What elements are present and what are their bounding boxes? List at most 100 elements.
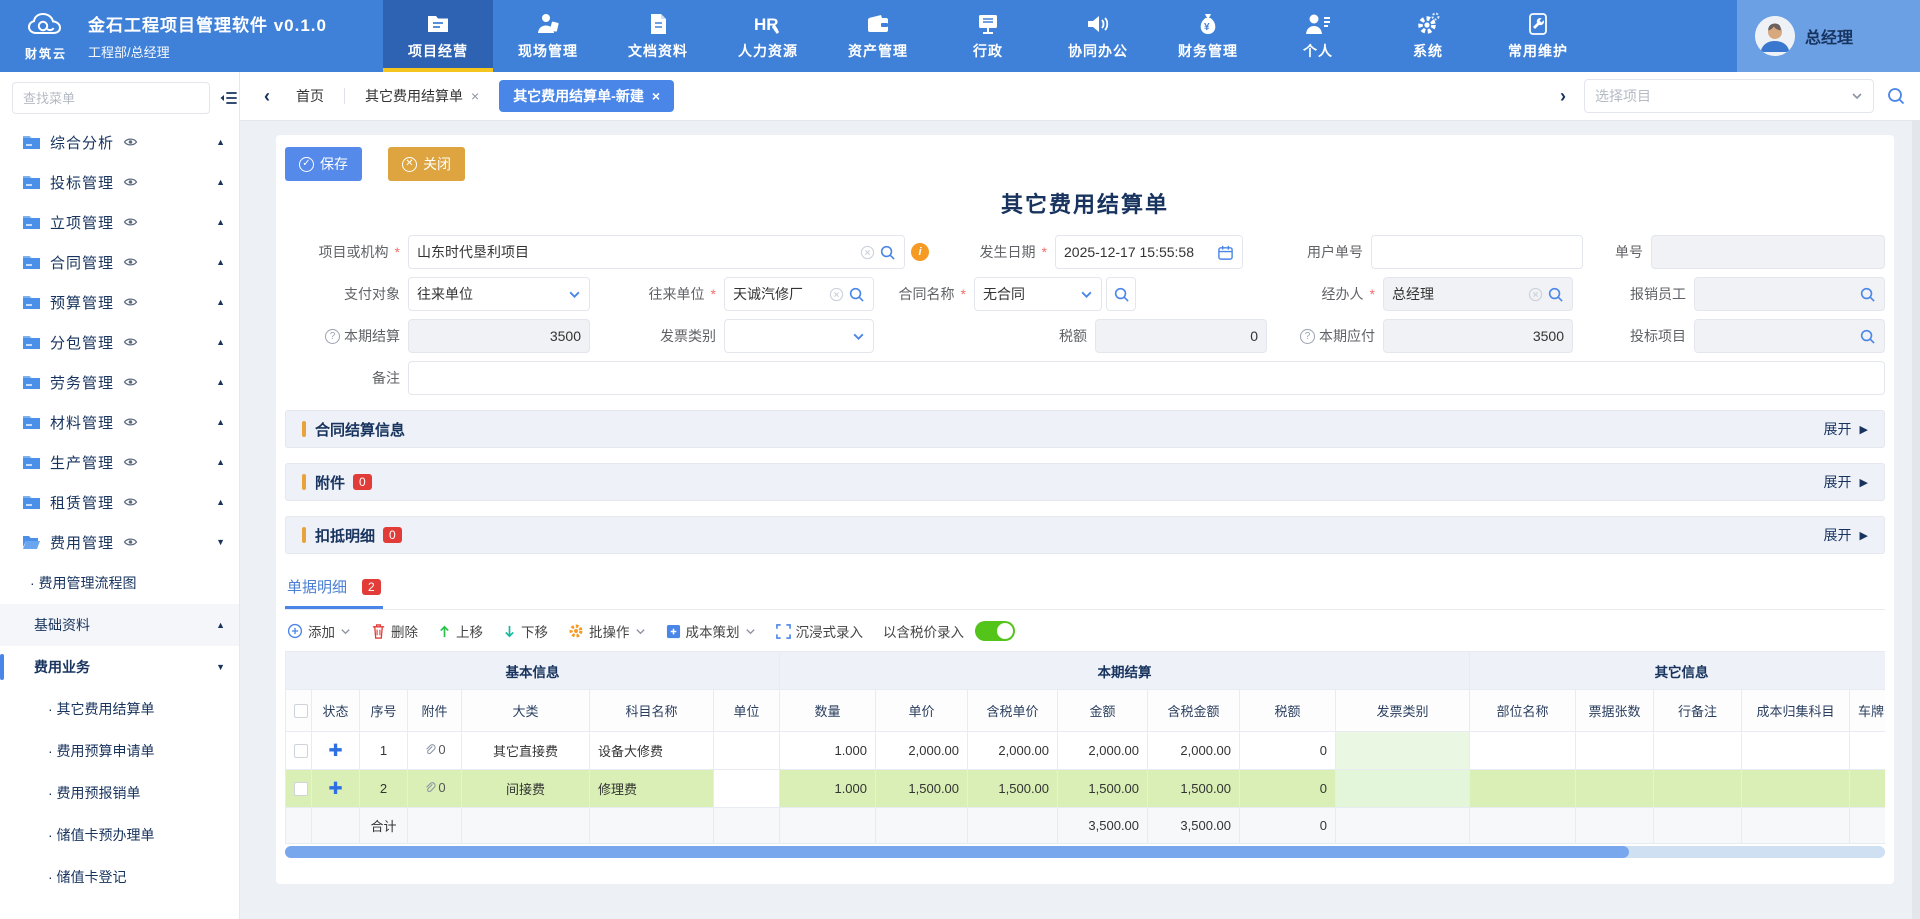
cell[interactable]: 0 [1240,732,1336,770]
reimburse-emp-input[interactable] [1703,286,1855,302]
save-button[interactable]: ✓保存 [285,147,362,181]
section-deduction-detail[interactable]: 扣抵明细0展开▶ [285,516,1885,554]
cell[interactable]: 2,000.00 [876,732,968,770]
sidebar-item-stored-card-pre[interactable]: · 储值卡预办理单 [0,814,239,856]
cell[interactable] [714,732,780,770]
cell[interactable]: 设备大修费 [590,732,714,770]
menu-search-input[interactable] [12,82,210,114]
search-icon[interactable] [1547,286,1564,303]
cost-plan-button[interactable]: 成本策划 [666,621,756,641]
chevron-down-icon[interactable] [1080,288,1093,301]
tab-close-icon[interactable]: × [652,88,660,104]
remark-input[interactable] [417,370,1876,386]
clear-icon[interactable] [829,287,844,302]
project-org-input[interactable] [417,244,856,260]
section-contract-settle-info[interactable]: 合同结算信息展开▶ [285,410,1885,448]
counterparty-input[interactable] [733,286,825,302]
occur-date-input[interactable] [1064,244,1213,260]
cell[interactable] [1576,732,1654,770]
vertical-scrollbar[interactable] [1912,121,1920,919]
sidebar-item-contract[interactable]: 合同管理▲ [0,242,239,282]
calendar-icon[interactable] [1217,244,1234,261]
cell[interactable]: 2,000.00 [1058,732,1148,770]
nav-item-system[interactable]: 系统 [1373,0,1483,72]
row-checkbox[interactable] [294,744,308,758]
move-down-button[interactable]: 下移 [503,621,548,641]
cell[interactable]: 1,500.00 [1148,770,1240,808]
sidebar-item-project-init[interactable]: 立项管理▲ [0,202,239,242]
close-button[interactable]: ✕关闭 [388,147,465,181]
sidebar-item-stored-card-register[interactable]: · 储值卡登记 [0,856,239,898]
nav-item-finance[interactable]: ¥财务管理 [1153,0,1263,72]
search-button[interactable] [1106,277,1136,311]
sidebar-item-labor[interactable]: 劳务管理▲ [0,362,239,402]
nav-item-documents[interactable]: 文档资料 [603,0,713,72]
chevron-down-icon[interactable] [852,330,865,343]
tax-input[interactable] [1104,328,1258,344]
cell[interactable]: 2,000.00 [1148,732,1240,770]
eye-icon[interactable] [123,336,138,348]
cell[interactable]: 1,500.00 [968,770,1058,808]
sidebar-item-expense-business[interactable]: 费用业务▼ [0,646,239,688]
cell[interactable] [714,770,780,808]
attachment-indicator[interactable]: 0 [423,742,445,757]
user-area[interactable]: 总经理 [1737,0,1920,72]
cell[interactable]: 1.000 [780,732,876,770]
cell[interactable] [1576,770,1654,808]
tabs-scroll-right-icon[interactable]: › [1554,86,1572,107]
expand-button[interactable]: 展开▶ [1824,419,1868,439]
sidebar-item-lease[interactable]: 租赁管理▲ [0,482,239,522]
eye-icon[interactable] [123,136,138,148]
scrollbar-thumb[interactable] [285,846,1629,858]
current-payable-input[interactable] [1392,328,1564,344]
tab-other-expense[interactable]: 其它费用结算单× [351,80,493,112]
eye-icon[interactable] [123,296,138,308]
eye-icon[interactable] [123,376,138,388]
toggle-switch[interactable] [975,621,1015,641]
sidebar-item-production[interactable]: 生产管理▲ [0,442,239,482]
contract-input[interactable] [983,286,1076,302]
eye-icon[interactable] [123,256,138,268]
nav-item-site-mgmt[interactable]: 现场管理 [493,0,603,72]
cell[interactable] [1742,770,1850,808]
cell[interactable]: 0 [408,732,462,770]
doc-no-input[interactable] [1660,244,1876,260]
sidebar-item-material[interactable]: 材料管理▲ [0,402,239,442]
bid-project-input[interactable] [1703,328,1855,344]
sidebar-item-expense[interactable]: 费用管理▼ [0,522,239,562]
eye-icon[interactable] [123,176,138,188]
nav-item-personal[interactable]: 个人 [1263,0,1373,72]
search-icon[interactable] [848,286,865,303]
cell[interactable]: 修理费 [590,770,714,808]
cell[interactable]: 2 [360,770,408,808]
cell[interactable] [1336,732,1470,770]
search-icon[interactable] [879,244,896,261]
tab-home[interactable]: 首页 [282,80,338,112]
menu-fold-icon[interactable] [218,85,238,111]
eye-icon[interactable] [123,536,138,548]
expand-button[interactable]: 展开▶ [1824,525,1868,545]
user-no-input[interactable] [1380,244,1574,260]
cell[interactable]: 1,500.00 [1058,770,1148,808]
sidebar-item-subcontract[interactable]: 分包管理▲ [0,322,239,362]
cell[interactable] [1470,770,1576,808]
batch-ops-button[interactable]: 批操作 [568,621,646,641]
project-select[interactable] [1584,79,1874,113]
sidebar-item-expense-pre-reimburse[interactable]: · 费用预报销单 [0,772,239,814]
tab-close-icon[interactable]: × [471,88,479,104]
pay-target-input[interactable] [417,286,564,302]
cell[interactable] [286,732,312,770]
cell[interactable] [1850,732,1885,770]
cell[interactable]: 1.000 [780,770,876,808]
add-row-icon[interactable]: ✚ [328,741,342,760]
cell[interactable] [1742,732,1850,770]
cell[interactable]: 2,000.00 [968,732,1058,770]
cell[interactable] [1654,770,1742,808]
eye-icon[interactable] [123,416,138,428]
search-icon[interactable] [1886,86,1906,106]
cell[interactable]: 其它直接费 [462,732,590,770]
eye-icon[interactable] [123,216,138,228]
delete-button[interactable]: 删除 [371,621,418,641]
cell[interactable]: ✚ [312,732,360,770]
nav-item-admin[interactable]: 行政 [933,0,1043,72]
